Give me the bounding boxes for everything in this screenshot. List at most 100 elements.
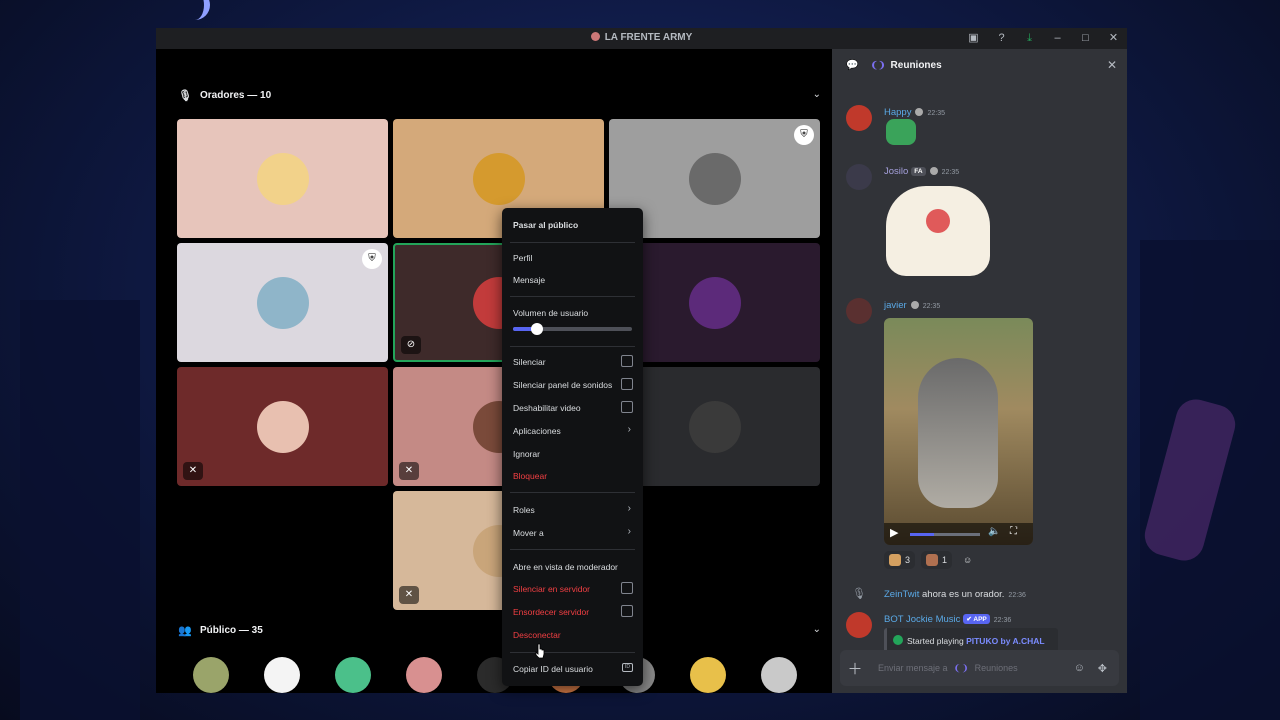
help-icon[interactable]: ? [994,31,1009,46]
chat-bubble-icon: 💬 [846,59,859,71]
avatar [256,276,309,329]
menu-item-bloquear[interactable]: Bloquear [513,471,633,481]
moderator-shield-icon: ⛨ [794,125,814,145]
app-tag-text: APP [973,616,987,623]
menu-item-roles[interactable]: Roles › [513,503,633,515]
checkbox[interactable] [621,401,633,413]
menu-label: Aplicaciones [513,426,561,436]
menu-item-aplicaciones[interactable]: Aplicaciones › [513,424,633,436]
reaction[interactable]: 3 [884,551,916,569]
title-bar: LA FRENTE ARMY ▣ ? ⤓ – □ ✕ [156,28,1127,49]
menu-item-vista-moderador[interactable]: Abre en vista de moderador [513,562,633,572]
reaction-count: 1 [942,555,948,565]
menu-item-pasar-publico[interactable]: Pasar al público [513,220,633,230]
checkbox[interactable] [621,605,633,617]
avatar[interactable] [846,298,872,324]
author-name[interactable]: Happy [884,107,911,118]
menu-label: Mover a [513,528,544,538]
speaker-tile[interactable] [177,119,388,238]
play-icon[interactable]: ▶ [890,526,898,539]
user-context-menu: Pasar al público Perfil Mensaje Volumen … [502,208,643,686]
checkbox[interactable] [621,355,633,367]
song-link[interactable]: PITUKO by A.CHAL [966,636,1045,646]
author-name[interactable]: javier [884,300,907,311]
sticker-image[interactable] [886,119,916,145]
audience-avatar[interactable] [761,657,797,693]
checkbox[interactable] [621,582,633,594]
chat-header: 💬 ❨❩ Reuniones [832,49,1127,81]
download-icon[interactable]: ⤓ [1022,31,1037,46]
inbox-icon[interactable]: ▣ [966,31,981,46]
menu-label: Ensordecer servidor [513,607,590,617]
author-name[interactable]: ZeinTwit [884,589,919,600]
close-icon[interactable]: ✕ [1107,58,1117,72]
video-attachment[interactable]: ▶ 🔈 ⛶ [884,318,1033,545]
menu-label: Copiar ID del usuario [513,664,593,674]
add-reaction-button[interactable]: ☺ [958,551,977,569]
speaker-tile[interactable]: ✕ [177,367,388,486]
reaction[interactable]: 1 [921,551,953,569]
maximize-icon[interactable]: □ [1078,31,1093,46]
avatar[interactable] [846,105,872,131]
audience-header[interactable]: 👥 Público — 35 [178,620,263,640]
menu-item-deshabilitar-video[interactable]: Deshabilitar video [513,401,633,413]
system-text: ZeinTwit ahora es un orador. 22:36 [884,589,1026,600]
volume-knob[interactable] [530,323,543,335]
badge-icon [929,167,938,175]
menu-item-silenciar-servidor[interactable]: Silenciar en servidor [513,582,633,594]
menu-label: Silenciar en servidor [513,584,591,594]
speaker-tile[interactable]: ⛨ [177,243,388,362]
menu-item-ensordecer-servidor[interactable]: Ensordecer servidor [513,605,633,617]
avatar [256,400,309,453]
menu-divider [510,242,635,243]
avatar [472,152,525,205]
mouse-cursor-icon [535,643,545,659]
volume-icon[interactable]: 🔈 [988,526,1000,537]
message-input[interactable]: ＋ Enviar mensaje a ❨❩ Reuniones ☺ ✥ [840,650,1119,686]
menu-divider [510,296,635,297]
menu-divider [510,346,635,347]
chevron-down-icon[interactable]: ⌄ [813,89,821,100]
menu-item-desconectar[interactable]: Desconectar [513,630,633,640]
avatar [688,152,741,205]
menu-item-mensaje[interactable]: Mensaje [513,275,633,285]
title-bar-controls: ▣ ? ⤓ – □ ✕ [966,31,1121,46]
speakers-header[interactable]: 🎙 Oradores — 10 [178,85,271,105]
author-name[interactable]: BOT Jockie Music [884,614,960,625]
audience-avatar[interactable] [335,657,371,693]
menu-item-silenciar[interactable]: Silenciar [513,355,633,367]
avatar [256,152,309,205]
audience-avatar[interactable] [264,657,300,693]
add-attachment-icon[interactable]: ＋ [840,658,870,679]
menu-item-silenciar-sonidos[interactable]: Silenciar panel de sonidos [513,378,633,390]
people-icon: 👥 [178,624,192,637]
author-name[interactable]: Josilo [884,166,908,177]
chevron-down-icon[interactable]: ⌄ [813,624,821,635]
chevron-right-icon: › [627,503,631,514]
close-icon[interactable]: ✕ [1106,31,1121,46]
avatar[interactable] [846,612,872,638]
avatar[interactable] [846,164,872,190]
apps-icon[interactable]: ✥ [1098,662,1107,675]
muted-mic-icon: ✕ [183,462,203,480]
fullscreen-icon[interactable]: ⛶ [1010,526,1017,537]
menu-item-mover-a[interactable]: Mover a › [513,526,633,538]
minimize-icon[interactable]: – [1050,31,1065,46]
emoji-icon[interactable]: ☺ [1074,662,1085,674]
menu-label: Perfil [513,253,533,263]
menu-item-ignorar[interactable]: Ignorar [513,449,633,459]
video-progress-bar[interactable] [910,533,980,536]
menu-item-perfil[interactable]: Perfil [513,253,633,263]
audience-label: Público — 35 [200,624,263,636]
audience-avatar[interactable] [690,657,726,693]
checkbox[interactable] [621,378,633,390]
menu-item-copiar-id[interactable]: Copiar ID del usuario ID [513,663,633,674]
menu-divider [510,652,635,653]
menu-item-volumen: Volumen de usuario [513,308,633,318]
audience-avatar[interactable] [193,657,229,693]
moderator-shield-icon: ⛨ [362,249,382,269]
user-volume-slider[interactable] [513,323,632,335]
audience-avatar[interactable] [406,657,442,693]
channel-icon: ❨❩ [870,59,886,70]
badge-icon [910,301,919,309]
